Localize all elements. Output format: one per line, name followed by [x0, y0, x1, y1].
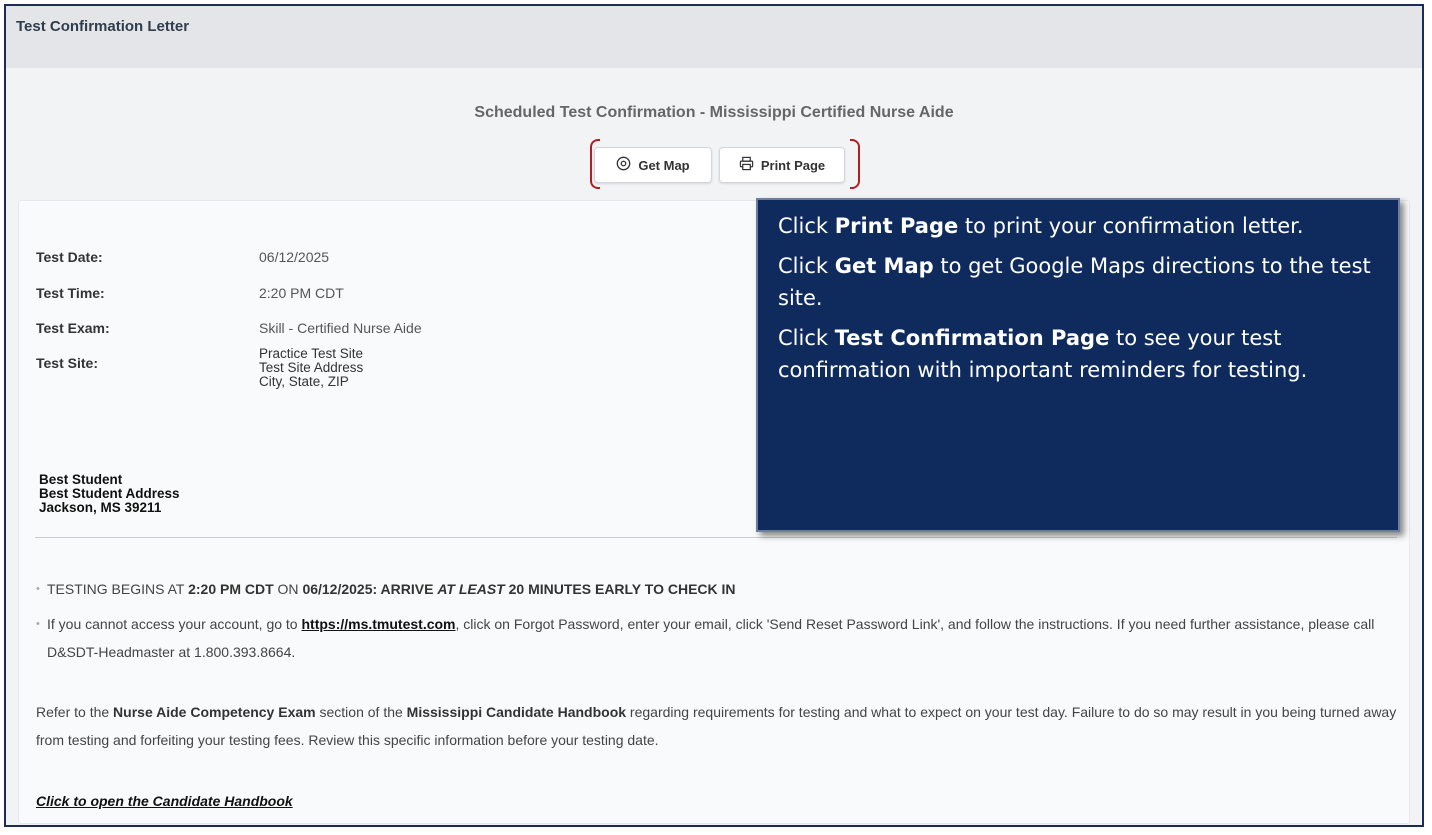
- scheduled-title: Scheduled Test Confirmation - Mississipp…: [474, 104, 954, 121]
- highlight-bracket-right: [850, 139, 860, 189]
- callout-text: Click: [778, 214, 835, 238]
- notice-text: TESTING BEGINS AT: [47, 581, 189, 597]
- callout-bold: Get Map: [834, 254, 934, 278]
- test-date-value: 06/12/2025: [259, 249, 330, 265]
- callout-map: Click Get Map to get Google Maps directi…: [778, 250, 1378, 314]
- get-map-label: Get Map: [638, 157, 690, 173]
- help-callout: Click Print Page to print your confirmat…: [756, 198, 1400, 532]
- callout-text: Click: [778, 254, 835, 278]
- callout-text: to print your confirmation letter.: [958, 214, 1304, 238]
- get-map-button[interactable]: Get Map: [594, 147, 712, 183]
- printer-icon: [739, 156, 754, 174]
- candidate-handbook-link[interactable]: Click to open the Candidate Handbook: [36, 793, 293, 809]
- notice-text: 20 MINUTES EARLY TO CHECK IN: [504, 581, 736, 597]
- test-date-label: Test Date:: [36, 249, 103, 265]
- notice-text: ON: [273, 581, 303, 597]
- test-time-label: Test Time:: [36, 285, 105, 301]
- site-city: City, State, ZIP: [259, 374, 349, 389]
- test-exam-value: Skill - Certified Nurse Aide: [259, 320, 422, 336]
- title-bar: Test Confirmation Letter: [6, 6, 1422, 68]
- callout-bold: Test Confirmation Page: [834, 326, 1110, 350]
- test-time-value: 2:20 PM CDT: [259, 285, 344, 301]
- ref-text: section of the: [315, 704, 407, 720]
- divider: [35, 537, 1397, 538]
- ref-text: Refer to the: [36, 704, 114, 720]
- candidate-address: Best Student Best Student Address Jackso…: [39, 473, 180, 515]
- callout-text: Click: [778, 326, 835, 350]
- account-access-notice: If you cannot access your account, go to…: [36, 610, 1387, 666]
- test-exam-label: Test Exam:: [36, 320, 110, 336]
- handbook-reference: Refer to the Nurse Aide Competency Exam …: [36, 698, 1406, 754]
- testing-begins-notice: TESTING BEGINS AT 2:20 PM CDT ON 06/12/2…: [36, 575, 1387, 603]
- tmutest-link[interactable]: https://ms.tmutest.com: [301, 616, 455, 632]
- candidate-name: Best Student: [39, 472, 123, 487]
- ref-section: Nurse Aide Competency Exam: [113, 704, 316, 720]
- test-site-label: Test Site:: [36, 355, 98, 371]
- site-name: Practice Test Site: [259, 346, 364, 361]
- window-title: Test Confirmation Letter: [16, 18, 190, 35]
- callout-confirmation: Click Test Confirmation Page to see your…: [778, 322, 1378, 386]
- callout-print: Click Print Page to print your confirmat…: [778, 210, 1378, 242]
- print-page-button[interactable]: Print Page: [719, 147, 845, 183]
- notice-emphasis: AT LEAST: [437, 581, 505, 597]
- candidate-street: Best Student Address: [39, 486, 180, 501]
- site-street: Test Site Address: [259, 360, 364, 375]
- location-pin-icon: [616, 156, 631, 174]
- notice-date: 06/12/2025: ARRIVE: [302, 581, 438, 597]
- notice-time: 2:20 PM CDT: [188, 581, 274, 597]
- callout-bold: Print Page: [834, 214, 959, 238]
- confirmation-window: Test Confirmation Letter Scheduled Test …: [4, 4, 1424, 827]
- ref-handbook: Mississippi Candidate Handbook: [406, 704, 627, 720]
- print-page-label: Print Page: [760, 157, 826, 173]
- action-buttons: Get Map Print Page: [590, 139, 860, 191]
- candidate-city: Jackson, MS 39211: [39, 500, 162, 515]
- test-site-address: Practice Test Site Test Site Address Cit…: [259, 347, 363, 389]
- notice-text: If you cannot access your account, go to: [47, 616, 302, 632]
